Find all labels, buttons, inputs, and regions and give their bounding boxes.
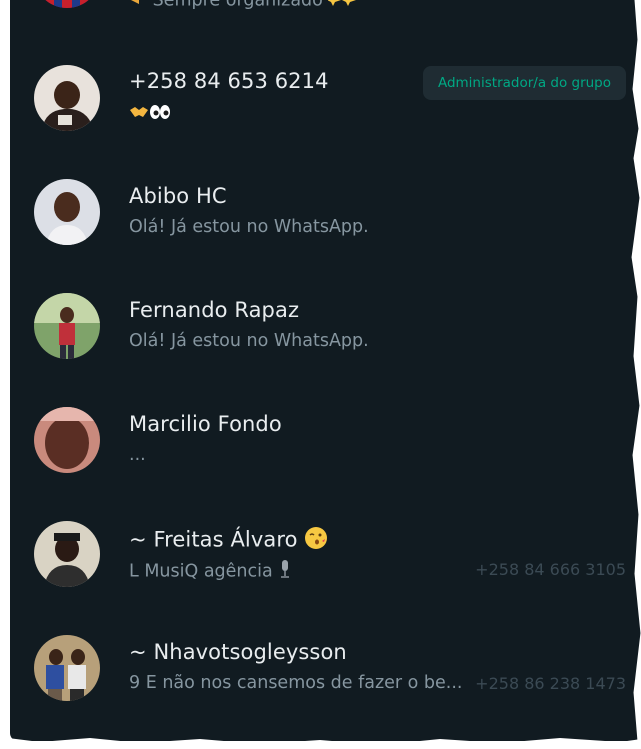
participant-name: ~ Nhavotsogleysson: [129, 640, 347, 664]
avatar[interactable]: [34, 521, 100, 587]
participant-status: L MusiQ agência: [129, 559, 292, 584]
participant-status: ...: [129, 445, 146, 465]
participant-phone: +258 84 666 3105: [475, 560, 626, 579]
admin-badge: Administrador/a do grupo: [423, 66, 626, 100]
group-participants-list: Sempre organizado +258 84 653 6214 Admin…: [10, 0, 641, 741]
participant-name: Abibo HC: [129, 184, 227, 208]
torn-edge-right: [631, 0, 641, 741]
handshake-emoji: [129, 104, 149, 125]
participant-name: ~ Freitas Álvaro: [129, 526, 328, 555]
microphone-emoji: [278, 559, 292, 584]
eyes-emoji: [149, 104, 171, 125]
participant-row[interactable]: ~ Nhavotsogleysson 9 E não nos cansemos …: [10, 602, 641, 716]
avatar[interactable]: [34, 293, 100, 359]
wink-kiss-emoji: [304, 526, 328, 555]
participant-status: 9 E não nos cansemos de fazer o be...: [129, 673, 463, 693]
participant-status-text: L MusiQ agência: [129, 561, 273, 582]
participant-status-text: Sempre organizado: [152, 0, 323, 11]
participant-row[interactable]: ~ Freitas Álvaro L MusiQ agência +258 84…: [10, 488, 641, 602]
avatar[interactable]: [34, 65, 100, 131]
participant-phone: +258 86 238 1473: [475, 674, 626, 693]
participant-row[interactable]: +258 84 653 6214 Administrador/a do grup…: [10, 32, 641, 146]
participant-name: +258 84 653 6214: [129, 69, 329, 93]
participant-status: [129, 104, 171, 125]
megaphone-emoji: [129, 0, 147, 11]
avatar[interactable]: [34, 407, 100, 473]
avatar[interactable]: [34, 179, 100, 245]
participant-row[interactable]: Abibo HC Olá! Já estou no WhatsApp.: [10, 146, 641, 260]
participant-row[interactable]: Marcilio Fondo ...: [10, 374, 641, 488]
participant-name: Fernando Rapaz: [129, 298, 300, 322]
torn-edge-bottom: [0, 737, 641, 749]
participant-status: Sempre organizado: [129, 0, 358, 11]
participant-status: Olá! Já estou no WhatsApp.: [129, 331, 369, 351]
participant-name-text: ~ Freitas Álvaro: [129, 527, 298, 552]
participant-name: Marcilio Fondo: [129, 412, 282, 436]
participant-row[interactable]: Fernando Rapaz Olá! Já estou no WhatsApp…: [10, 260, 641, 374]
participant-status: Olá! Já estou no WhatsApp.: [129, 217, 369, 237]
participant-row[interactable]: Sempre organizado: [10, 0, 641, 32]
sparkles-emoji: [327, 0, 358, 11]
avatar[interactable]: [34, 635, 100, 701]
avatar[interactable]: [34, 0, 100, 8]
